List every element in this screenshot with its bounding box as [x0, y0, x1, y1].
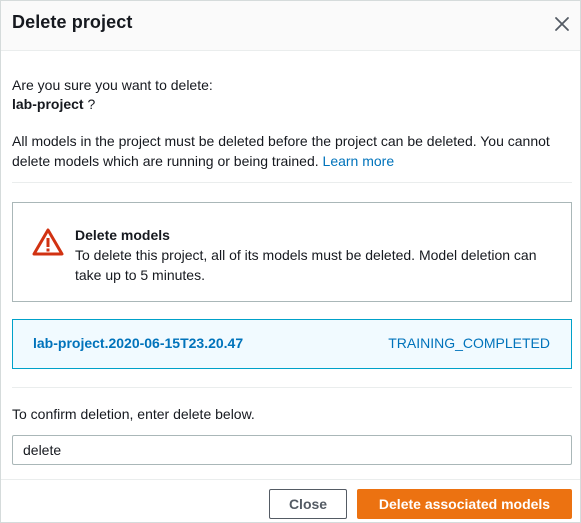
divider [12, 387, 572, 388]
confirm-question: Are you sure you want to delete: [12, 77, 213, 93]
info-text: All models in the project must be delete… [12, 131, 572, 171]
model-status: TRAINING_COMPLETED [388, 335, 550, 351]
close-icon[interactable] [549, 11, 575, 37]
project-name-line: lab-project ? [12, 94, 95, 114]
delete-models-alert: Delete models To delete this project, al… [12, 202, 572, 302]
warning-icon [32, 227, 64, 257]
confirm-label: To confirm deletion, enter delete below. [12, 406, 255, 422]
alert-title: Delete models [75, 227, 170, 243]
learn-more-link[interactable]: Learn more [323, 153, 395, 169]
delete-project-dialog: Delete project Are you sure you want to … [0, 0, 581, 523]
project-suffix: ? [83, 96, 96, 112]
dialog-title: Delete project [12, 12, 133, 32]
delete-associated-models-button[interactable]: Delete associated models [357, 489, 572, 519]
close-button[interactable]: Close [269, 489, 347, 519]
divider [12, 182, 572, 183]
model-row[interactable]: lab-project.2020-06-15T23.20.47 TRAINING… [12, 319, 572, 369]
project-name: lab-project [12, 96, 84, 112]
footer-divider [1, 479, 580, 480]
info-message: All models in the project must be delete… [12, 133, 550, 169]
alert-body: To delete this project, all of its model… [75, 247, 537, 283]
model-name: lab-project.2020-06-15T23.20.47 [33, 335, 244, 351]
confirm-delete-input[interactable] [12, 435, 572, 465]
dialog-header: Delete project [1, 1, 580, 51]
